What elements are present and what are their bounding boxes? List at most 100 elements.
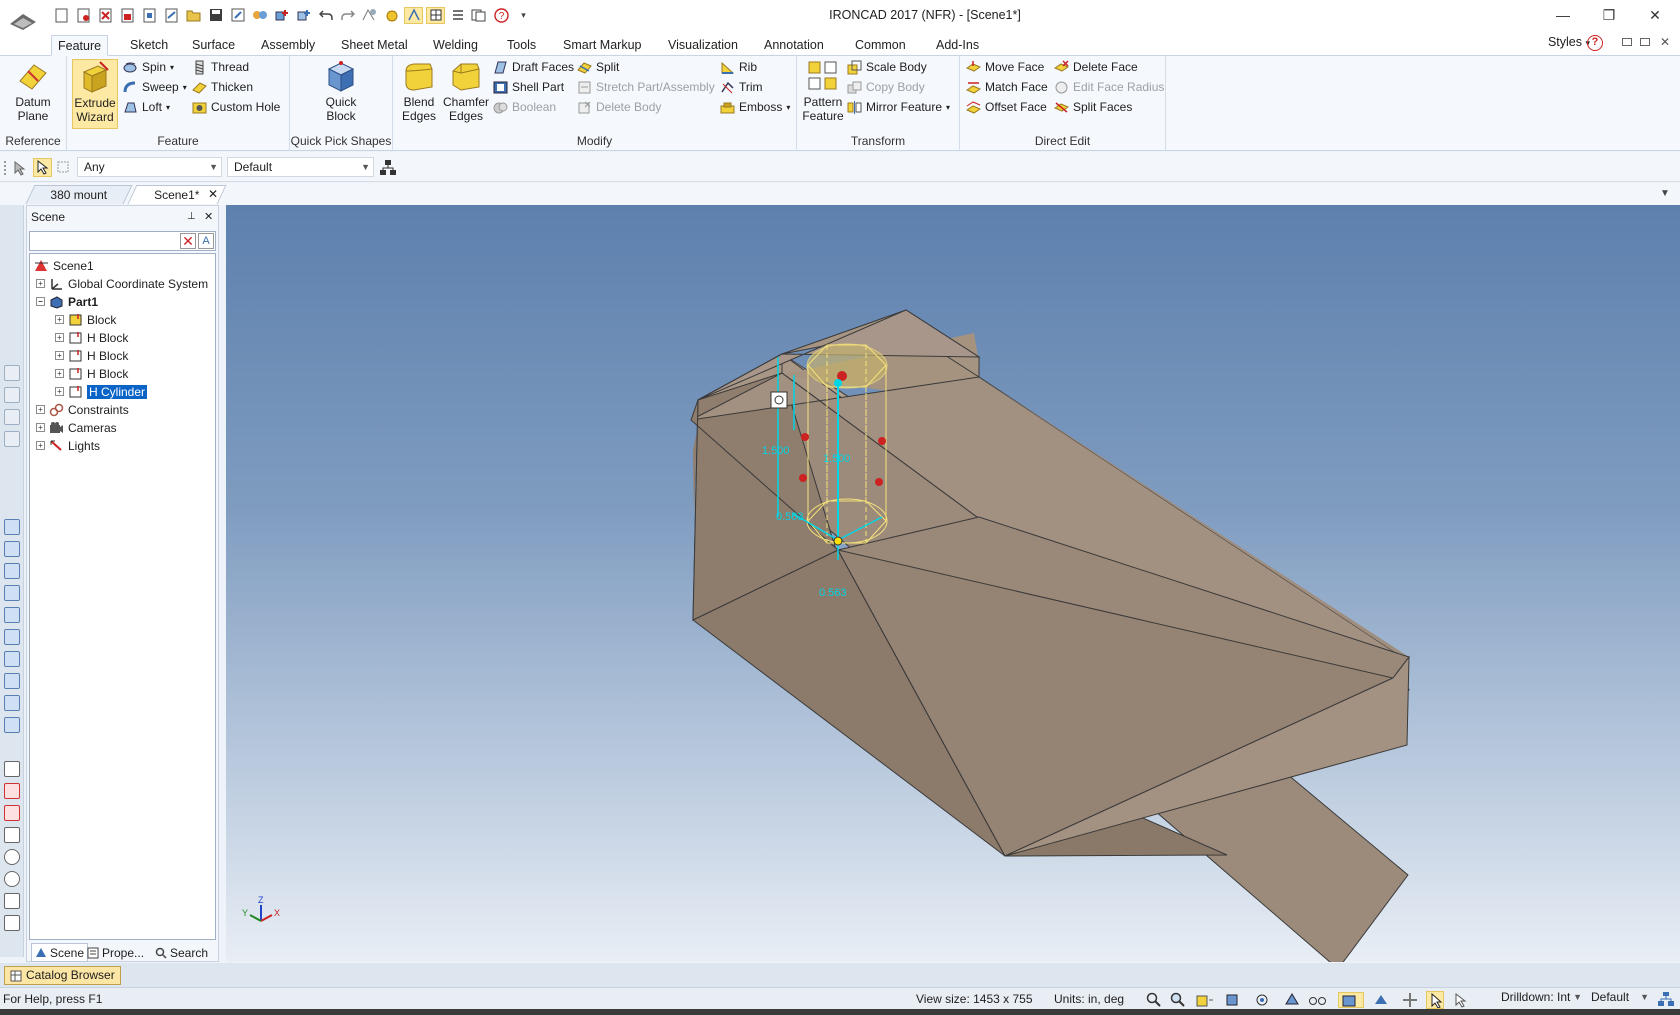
tree-node-scene1[interactable]: Scene1 xyxy=(34,257,94,274)
view-icon[interactable] xyxy=(4,431,20,447)
select-filter-icon[interactable] xyxy=(12,160,28,176)
loft-button[interactable]: Loft ▾ xyxy=(123,97,170,117)
ruler-icon[interactable] xyxy=(4,915,20,931)
light-icon[interactable] xyxy=(4,805,20,821)
tree-node-h-cylinder[interactable]: + H Cylinder xyxy=(55,383,148,400)
draft-faces-button[interactable]: Draft Faces xyxy=(493,57,574,77)
hierarchy-icon[interactable] xyxy=(379,159,397,177)
expand-icon[interactable]: + xyxy=(36,423,45,432)
stretch-part-assembly-button[interactable]: Stretch Part/Assembly xyxy=(577,77,715,97)
glasses-icon[interactable] xyxy=(1308,992,1330,1008)
styles-menu[interactable]: Styles ▾ xyxy=(1548,35,1590,49)
3d-scene[interactable]: 1.500 1.500 0.563 0.563 Z X Y xyxy=(226,205,1680,962)
boolean-button[interactable]: Boolean xyxy=(493,97,556,117)
render-mode-icon[interactable] xyxy=(1284,992,1300,1008)
tab-assembly[interactable]: Assembly xyxy=(255,35,321,56)
split-faces-button[interactable]: Split Faces xyxy=(1054,97,1132,117)
tab-surface[interactable]: Surface xyxy=(186,35,241,56)
display-mode-icon[interactable] xyxy=(1338,992,1364,1008)
doc-list-dropdown-icon[interactable]: ▼ xyxy=(1660,188,1670,199)
spin-view-icon[interactable] xyxy=(4,871,20,887)
dimension-label[interactable]: 1.500 xyxy=(823,453,851,465)
delete-body-button[interactable]: Delete Body xyxy=(577,97,661,117)
default-dropdown[interactable]: Default ▼ xyxy=(1588,989,1652,1008)
expand-icon[interactable]: + xyxy=(55,369,64,378)
expand-icon[interactable]: + xyxy=(55,333,64,342)
panel-tab-scene[interactable]: Scene xyxy=(31,943,89,962)
shell-part-button[interactable]: Shell Part xyxy=(493,77,564,97)
expand-icon[interactable]: + xyxy=(55,387,64,396)
view-icon[interactable] xyxy=(4,365,20,381)
scale-body-button[interactable]: Scale Body xyxy=(847,57,927,77)
standard-views-icon[interactable] xyxy=(1224,992,1246,1008)
orbit-icon[interactable] xyxy=(1254,992,1276,1008)
select-box-icon[interactable] xyxy=(56,160,72,176)
pointer-drilldown-icon[interactable] xyxy=(1452,992,1468,1008)
tab-tools[interactable]: Tools xyxy=(501,35,542,56)
text-icon[interactable] xyxy=(4,893,20,909)
close-panel-icon[interactable]: ✕ xyxy=(204,206,213,228)
view-icon[interactable] xyxy=(4,387,20,403)
dimension-label[interactable]: 0.563 xyxy=(776,511,804,523)
expand-icon[interactable]: + xyxy=(36,279,45,288)
copy-body-button[interactable]: Copy Body xyxy=(847,77,925,97)
tab-add-ins[interactable]: Add-Ins xyxy=(930,35,985,56)
catalog-browser-button[interactable]: Catalog Browser xyxy=(4,966,121,985)
pattern-feature-button[interactable]: Pattern Feature xyxy=(801,59,845,123)
selection-scheme-dropdown[interactable]: Default ▼ xyxy=(227,157,374,177)
mirror-feature-button[interactable]: Mirror Feature ▾ xyxy=(847,97,950,117)
quick-block-button[interactable]: Quick Block xyxy=(318,59,364,123)
tree-node-h-block-3[interactable]: + H Block xyxy=(55,365,128,382)
thicken-button[interactable]: Thicken xyxy=(192,77,253,97)
tree-node-global-coordinate-system[interactable]: + Global Coordinate System xyxy=(36,275,208,292)
3d-viewport[interactable]: 1.500 1.500 0.563 0.563 Z X Y xyxy=(226,205,1680,962)
zoom-window-icon[interactable] xyxy=(1170,992,1186,1008)
tab-visualization[interactable]: Visualization xyxy=(662,35,744,56)
tree-node-lights[interactable]: + Lights xyxy=(36,437,100,454)
close-doc-tab-icon[interactable]: ✕ xyxy=(208,187,218,201)
spin-button[interactable]: Spin ▾ xyxy=(123,57,174,77)
pointer-mode-icon[interactable] xyxy=(1426,991,1444,1009)
filter-options-icon[interactable]: A xyxy=(198,233,214,249)
blend-edges-button[interactable]: Blend Edges xyxy=(397,59,441,123)
shape-tool-icon[interactable] xyxy=(4,695,20,711)
tab-sheet-metal[interactable]: Sheet Metal xyxy=(335,35,414,56)
match-face-button[interactable]: Match Face xyxy=(966,77,1048,97)
shape-tool-icon[interactable] xyxy=(4,717,20,733)
select-tool-button[interactable] xyxy=(33,158,52,177)
tab-feature[interactable]: Feature xyxy=(51,35,109,56)
tab-welding[interactable]: Welding xyxy=(427,35,484,56)
expand-icon[interactable]: + xyxy=(55,315,64,324)
dimension-label[interactable]: 1.500 xyxy=(762,445,790,457)
tab-common[interactable]: Common xyxy=(849,35,912,56)
panel-tab-properties[interactable]: Prope... xyxy=(87,943,144,962)
shape-tool-icon[interactable] xyxy=(4,629,20,645)
trim-button[interactable]: Trim xyxy=(720,77,763,97)
doc-tab-380-mount[interactable]: 380 mount xyxy=(25,185,133,204)
drilldown-dropdown[interactable]: Drilldown: Int ▼ xyxy=(1499,989,1585,1008)
view-icon[interactable] xyxy=(4,409,20,425)
tree-node-cameras[interactable]: + Cameras xyxy=(36,419,117,436)
maximize-button[interactable]: ❐ xyxy=(1586,0,1632,30)
split-button[interactable]: Split xyxy=(577,57,619,77)
tool-icon[interactable] xyxy=(4,827,20,843)
tab-sketch[interactable]: Sketch xyxy=(124,35,174,56)
custom-hole-button[interactable]: Custom Hole xyxy=(192,97,280,117)
expand-icon[interactable]: + xyxy=(55,351,64,360)
view-cube-icon[interactable] xyxy=(1194,992,1216,1008)
pin-icon[interactable]: ⊥ xyxy=(187,206,196,228)
shape-tool-icon[interactable] xyxy=(4,607,20,623)
clear-filter-icon[interactable]: ✕ xyxy=(180,233,196,249)
offset-face-button[interactable]: Offset Face xyxy=(966,97,1047,117)
pan-icon[interactable] xyxy=(1402,992,1418,1008)
shading-icon[interactable] xyxy=(1372,992,1394,1008)
shape-tool-icon[interactable] xyxy=(4,563,20,579)
expand-icon[interactable]: + xyxy=(36,441,45,450)
shape-tool-icon[interactable] xyxy=(4,585,20,601)
part-model[interactable] xyxy=(690,309,1410,962)
tree-node-block[interactable]: + Block xyxy=(55,311,116,328)
tree-node-constraints[interactable]: + Constraints xyxy=(36,401,129,418)
move-face-button[interactable]: Move Face xyxy=(966,57,1044,77)
shape-tool-icon[interactable] xyxy=(4,541,20,557)
tri-ball-handle-icon[interactable] xyxy=(770,391,788,409)
